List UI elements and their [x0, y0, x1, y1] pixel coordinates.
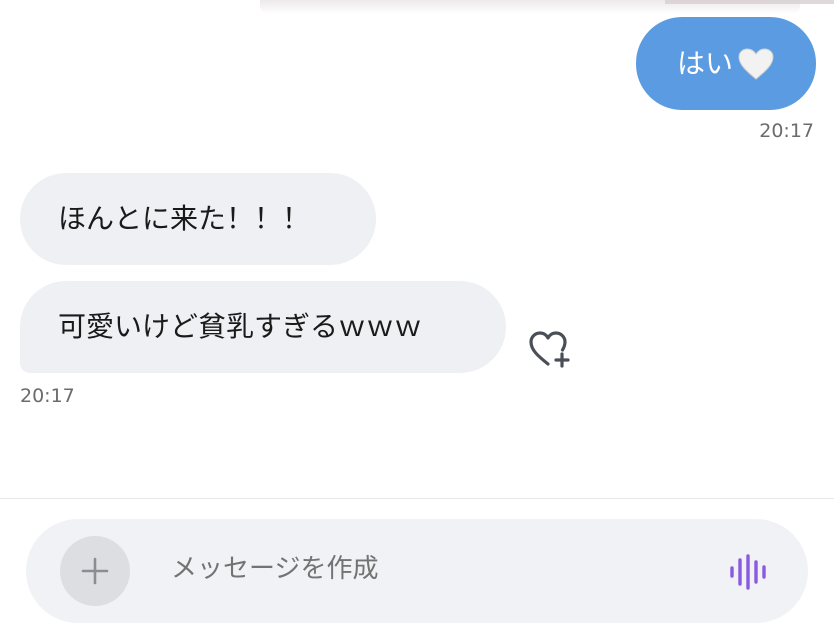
outgoing-message-text: はい: [676, 46, 733, 80]
outgoing-message-bubble[interactable]: はい: [636, 17, 816, 110]
shared-image-strip: [665, 0, 834, 4]
white-heart-icon: [738, 47, 774, 80]
message-composer[interactable]: メッセージを作成: [26, 519, 808, 623]
heart-add-icon[interactable]: [524, 326, 572, 370]
message-input[interactable]: メッセージを作成: [171, 553, 378, 587]
incoming-message-bubble[interactable]: 可愛いけど貧乳すぎるｗｗｗ: [20, 281, 506, 373]
plus-icon: [81, 557, 109, 585]
outgoing-timestamp: 20:17: [759, 120, 814, 142]
voice-waveform-icon[interactable]: [726, 552, 770, 592]
chat-screen: はい 20:17 ほんとに来た！！！ 可愛いけど貧乳すぎるｗｗｗ 20:17 メ…: [0, 0, 834, 633]
shared-image-edge[interactable]: [260, 0, 834, 14]
add-attachment-button[interactable]: [60, 536, 130, 606]
incoming-message-text: 可愛いけど貧乳すぎるｗｗｗ: [58, 310, 423, 343]
incoming-message-text: ほんとに来た！！！: [58, 202, 311, 235]
composer-divider: [0, 498, 834, 499]
incoming-timestamp: 20:17: [20, 385, 75, 407]
incoming-message-bubble[interactable]: ほんとに来た！！！: [20, 173, 376, 265]
